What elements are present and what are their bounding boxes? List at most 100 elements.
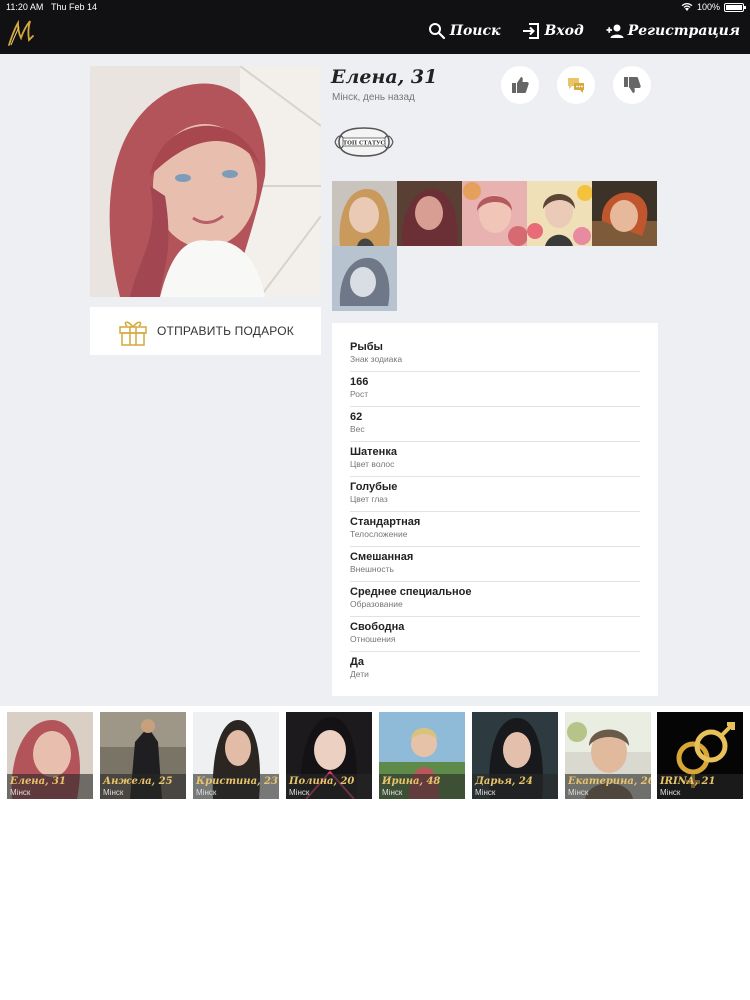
detail-value: Шатенка bbox=[350, 446, 397, 458]
profile-card-name: Елена, 31 bbox=[10, 776, 66, 787]
detail-label: Рост bbox=[350, 389, 369, 399]
profile-card-city: Мінск bbox=[475, 788, 496, 797]
top-bar: 11:20 AM Thu Feb 14 100% Поиск Вход Реги… bbox=[0, 0, 750, 54]
nav-register[interactable]: Регистрация bbox=[606, 22, 740, 40]
profile-card[interactable]: Ирина, 48 Мінск bbox=[379, 712, 465, 799]
detail-row: 62 Вес bbox=[350, 407, 640, 442]
profile-details: Рыбы Знак зодиака 166 Рост 62 Вес Шатенка Цвет … bbox=[332, 323, 658, 696]
search-icon bbox=[428, 23, 445, 40]
nav-register-label: Регистрация bbox=[627, 23, 740, 39]
profile-photo[interactable] bbox=[90, 66, 321, 297]
photo-gallery bbox=[332, 181, 658, 311]
profile-card-city: Мінск bbox=[382, 788, 403, 797]
profile-card-name: Полина, 20 bbox=[289, 776, 355, 787]
detail-label: Внешность bbox=[350, 564, 394, 574]
battery-percent: 100% bbox=[696, 2, 720, 12]
detail-label: Цвет волос bbox=[350, 459, 395, 469]
profile-card-name: Дарья, 24 bbox=[475, 776, 533, 787]
profile-card-name: Екатерина, 26 bbox=[568, 776, 651, 787]
wifi-icon bbox=[681, 3, 693, 11]
thumbs-down-icon bbox=[624, 77, 641, 93]
detail-label: Отношения bbox=[350, 634, 396, 644]
add-user-icon bbox=[606, 24, 624, 38]
detail-row: Голубые Цвет глаз bbox=[350, 477, 640, 512]
profile-card-city: Мінск bbox=[568, 788, 589, 797]
gift-icon bbox=[119, 321, 147, 346]
profile-card[interactable]: Кристина, 23 Мінск bbox=[193, 712, 279, 799]
detail-row: 166 Рост bbox=[350, 372, 640, 407]
top-status-badge: ТОП СТАТУС bbox=[334, 127, 394, 157]
gallery-photo[interactable] bbox=[592, 181, 657, 246]
detail-value: Голубые bbox=[350, 481, 398, 493]
detail-value: 62 bbox=[350, 411, 363, 423]
profile-card-caption: Дарья, 24 Мінск bbox=[472, 774, 558, 799]
detail-value: Рыбы bbox=[350, 341, 383, 353]
profile-card-name: Кристина, 23 bbox=[196, 776, 278, 787]
profile-card-caption: Елена, 31 Мінск bbox=[7, 774, 93, 799]
profile-card-city: Мінск bbox=[103, 788, 124, 797]
nav-search-label: Поиск bbox=[449, 23, 501, 39]
detail-label: Вес bbox=[350, 424, 365, 434]
profile-card[interactable]: Анжела, 25 Мінск bbox=[100, 712, 186, 799]
profile-card-name: Анжела, 25 bbox=[103, 776, 173, 787]
profile-name: Елена, 31 bbox=[331, 66, 438, 88]
detail-label: Знак зодиака bbox=[350, 354, 403, 364]
battery-icon bbox=[724, 2, 746, 12]
nav-login[interactable]: Вход bbox=[522, 22, 584, 40]
profile-card[interactable]: Елена, 31 Мінск bbox=[7, 712, 93, 799]
status-date: Thu Feb 14 bbox=[51, 2, 98, 12]
profile-card-caption: Кристина, 23 Мінск bbox=[193, 774, 279, 799]
detail-value: Среднее специальное bbox=[350, 586, 472, 598]
profile-card-city: Мінск bbox=[289, 788, 310, 797]
profile-card-name: Ирина, 48 bbox=[382, 776, 441, 787]
detail-label: Телосложение bbox=[350, 529, 408, 539]
profile-card-caption: IRINA, 21 Мінск bbox=[657, 774, 743, 799]
login-icon bbox=[523, 23, 540, 39]
profile-card-city: Мінск bbox=[10, 788, 31, 797]
like-button[interactable] bbox=[501, 66, 539, 104]
detail-value: 166 bbox=[350, 376, 369, 388]
badge-text: ТОП СТАТУС bbox=[343, 141, 385, 147]
chat-icon bbox=[568, 78, 584, 93]
profile-card-caption: Ирина, 48 Мінск bbox=[379, 774, 465, 799]
detail-row: Рыбы Знак зодиака bbox=[350, 337, 640, 372]
gallery-photo[interactable] bbox=[527, 181, 592, 246]
detail-row: Стандартная Телосложение bbox=[350, 512, 640, 547]
gallery-photo[interactable] bbox=[332, 181, 397, 246]
top-nav: Поиск Вход Регистрация bbox=[428, 22, 740, 40]
status-time: 11:20 AM bbox=[6, 2, 44, 12]
nav-search[interactable]: Поиск bbox=[428, 22, 501, 40]
profile-location: Мінск, день назад bbox=[332, 92, 415, 103]
profile-card[interactable]: Екатерина, 26 Мінск bbox=[565, 712, 651, 799]
status-bar: 11:20 AM Thu Feb 14 100% bbox=[0, 0, 750, 14]
profile-card-caption: Екатерина, 26 Мінск bbox=[565, 774, 651, 799]
nav-login-label: Вход bbox=[544, 23, 584, 39]
profile-card[interactable]: IRINA, 21 Мінск bbox=[657, 712, 743, 799]
profile-area: ОТПРАВИТЬ ПОДАРОК Елена, 31 Мінск, день … bbox=[0, 54, 750, 706]
detail-row: Смешанная Внешность bbox=[350, 547, 640, 582]
thumbs-up-icon bbox=[512, 77, 529, 93]
detail-row: Шатенка Цвет волос bbox=[350, 442, 640, 477]
detail-value: Свободна bbox=[350, 621, 405, 633]
detail-label: Образование bbox=[350, 599, 403, 609]
other-profiles-strip: Елена, 31 Мінск Анжела, 25 Мінск Кристина, 2… bbox=[0, 712, 750, 802]
site-logo[interactable] bbox=[6, 18, 36, 48]
detail-label: Цвет глаз bbox=[350, 494, 388, 504]
send-gift-label: ОТПРАВИТЬ ПОДАРОК bbox=[157, 324, 294, 338]
profile-card[interactable]: Дарья, 24 Мінск bbox=[472, 712, 558, 799]
dislike-button[interactable] bbox=[613, 66, 651, 104]
detail-row: Да Дети bbox=[350, 652, 640, 687]
detail-value: Да bbox=[350, 656, 364, 668]
detail-value: Смешанная bbox=[350, 551, 414, 563]
profile-card[interactable]: Полина, 20 Мінск bbox=[286, 712, 372, 799]
detail-row: Свободна Отношения bbox=[350, 617, 640, 652]
profile-card-city: Мінск bbox=[660, 788, 681, 797]
detail-row: Среднее специальное Образование bbox=[350, 582, 640, 617]
gallery-photo[interactable] bbox=[332, 246, 397, 311]
chat-button[interactable] bbox=[557, 66, 595, 104]
gallery-photo[interactable] bbox=[397, 181, 462, 246]
send-gift-button[interactable]: ОТПРАВИТЬ ПОДАРОК bbox=[90, 307, 321, 355]
gallery-photo[interactable] bbox=[462, 181, 527, 246]
profile-card-caption: Полина, 20 Мінск bbox=[286, 774, 372, 799]
profile-card-city: Мінск bbox=[196, 788, 217, 797]
